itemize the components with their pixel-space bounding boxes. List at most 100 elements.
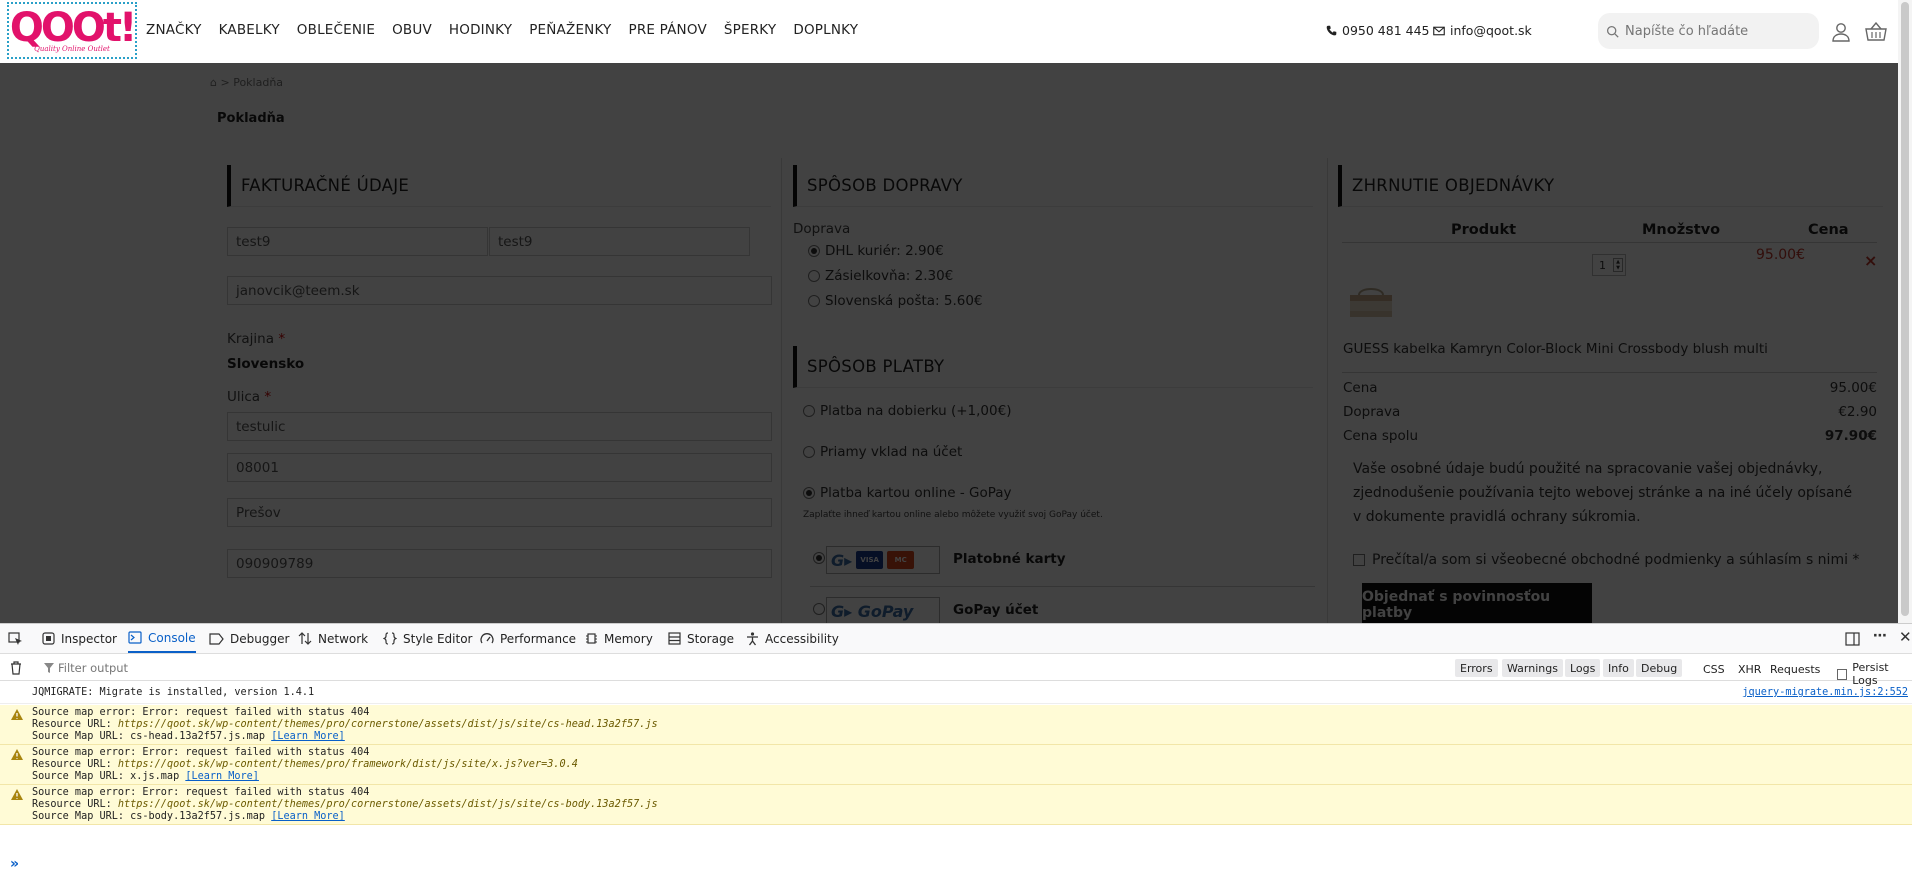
- radio-button[interactable]: [803, 405, 815, 417]
- basket-icon[interactable]: [1865, 22, 1887, 42]
- shipping-option-posta[interactable]: Slovenská pošta: 5.60€: [808, 293, 983, 309]
- privacy-policy-link[interactable]: pravidlá ochrany súkromia: [1449, 509, 1636, 525]
- site-logo[interactable]: QOOt! Quality Online Outlet: [7, 2, 137, 59]
- home-icon[interactable]: ⌂: [210, 76, 217, 89]
- radio-button[interactable]: [808, 270, 820, 282]
- payment-option-cod[interactable]: Platba na dobierku (+1,00€): [803, 403, 1011, 419]
- user-icon[interactable]: [1831, 22, 1851, 42]
- zip-field[interactable]: 08001: [227, 453, 772, 482]
- privacy-notice: Vaše osobné údaje budú použité na spraco…: [1353, 461, 1853, 525]
- filter-info[interactable]: Info: [1603, 659, 1634, 677]
- shipping-option-dhl[interactable]: DHL kuriér: 2.90€: [808, 243, 944, 259]
- nav-item-sperky[interactable]: ŠPERKY: [724, 22, 776, 38]
- place-order-button[interactable]: Objednať s povinnosťou platby: [1362, 583, 1592, 623]
- filter-logs[interactable]: Logs: [1565, 659, 1601, 677]
- header-email[interactable]: info@qoot.sk: [1433, 23, 1532, 38]
- city-field[interactable]: Prešov: [227, 498, 772, 527]
- warning-icon: [11, 789, 23, 800]
- tab-network[interactable]: Network: [298, 624, 368, 653]
- product-name[interactable]: GUESS kabelka Kamryn Color-Block Mini Cr…: [1343, 341, 1768, 357]
- tab-debugger[interactable]: Debugger: [209, 624, 289, 653]
- tab-console[interactable]: Console: [128, 624, 196, 653]
- filter-css[interactable]: CSS: [1703, 663, 1725, 676]
- column-divider: [1327, 158, 1328, 623]
- radio-button[interactable]: [803, 487, 815, 499]
- learn-more-link[interactable]: [Learn More]: [271, 731, 345, 742]
- gopay-logo-mark: G▸: [831, 550, 853, 570]
- terms-checkbox-row[interactable]: Prečítal/a som si všeobecné obchodné pod…: [1353, 552, 1859, 568]
- tab-inspector[interactable]: Inspector: [42, 624, 117, 653]
- item-price: 95.00€: [1756, 247, 1805, 263]
- email-field[interactable]: janovcik@teem.sk: [227, 276, 772, 305]
- memory-icon: [586, 633, 597, 644]
- radio-button[interactable]: [813, 603, 825, 615]
- first-name-field[interactable]: test9: [227, 227, 488, 256]
- remove-item-icon[interactable]: ×: [1864, 251, 1877, 270]
- element-picker-icon[interactable]: [8, 632, 23, 646]
- filter-output-input[interactable]: Filter output: [58, 661, 128, 675]
- close-devtools-icon[interactable]: ✕: [1899, 628, 1912, 646]
- filter-errors[interactable]: Errors: [1455, 659, 1498, 677]
- radio-button[interactable]: [808, 295, 820, 307]
- terms-checkbox[interactable]: [1353, 554, 1365, 566]
- tab-accessibility[interactable]: Accessibility: [746, 624, 839, 653]
- logo-wordmark: QOOt!: [9, 5, 137, 51]
- resource-url[interactable]: https://qoot.sk/wp-content/themes/pro/co…: [118, 799, 658, 810]
- search-input[interactable]: [1625, 23, 1805, 39]
- page-title: Pokladňa: [217, 111, 285, 126]
- console-message-warning: Source map error: Error: request failed …: [0, 705, 1912, 745]
- gopay-cards-logo: G▸ VISA MC: [826, 546, 940, 574]
- resource-url[interactable]: https://qoot.sk/wp-content/themes/pro/co…: [118, 719, 658, 730]
- tab-performance[interactable]: Performance: [480, 624, 576, 653]
- page-scrollbar[interactable]: [1898, 0, 1912, 623]
- radio-button[interactable]: [808, 245, 820, 257]
- column-divider: [781, 158, 782, 623]
- divider: [1342, 242, 1877, 243]
- gopay-note: Zaplaťte ihneď kartou online alebo môžet…: [803, 510, 1103, 520]
- radio-button[interactable]: [803, 446, 815, 458]
- resource-url[interactable]: https://qoot.sk/wp-content/themes/pro/fr…: [118, 759, 578, 770]
- persist-logs-checkbox[interactable]: [1837, 668, 1848, 680]
- stepper-arrows-icon[interactable]: ▲ ▼: [1613, 258, 1623, 272]
- learn-more-link[interactable]: [Learn More]: [185, 771, 259, 782]
- tab-storage[interactable]: Storage: [668, 624, 734, 653]
- trash-icon[interactable]: [10, 661, 22, 675]
- last-name-field[interactable]: test9: [489, 227, 750, 256]
- nav-item-doplnky[interactable]: DOPLNKY: [793, 22, 858, 38]
- message-source-link[interactable]: jquery-migrate.min.js:2:552: [1742, 687, 1908, 698]
- header-phone[interactable]: 0950 481 445: [1326, 23, 1429, 38]
- phone-field[interactable]: 090909789: [227, 549, 772, 578]
- nav-item-kabelky[interactable]: KABELKY: [219, 22, 280, 38]
- product-thumbnail[interactable]: [1345, 281, 1397, 321]
- summary-row-price: Cena 95.00€: [1343, 380, 1877, 396]
- tab-memory[interactable]: Memory: [585, 624, 653, 653]
- filter-requests[interactable]: Requests: [1770, 663, 1820, 676]
- nav-item-hodinky[interactable]: HODINKY: [449, 22, 512, 38]
- main-nav: ZNAČKY KABELKY OBLEČENIE OBUV HODINKY PE…: [146, 22, 875, 38]
- payment-option-transfer[interactable]: Priamy vklad na účet: [803, 444, 962, 460]
- learn-more-link[interactable]: [Learn More]: [271, 811, 345, 822]
- nav-item-obuv[interactable]: OBUV: [392, 22, 432, 38]
- filter-warnings[interactable]: Warnings: [1502, 659, 1563, 677]
- radio-button[interactable]: [813, 552, 825, 564]
- country-label: Krajina *: [227, 331, 286, 347]
- nav-item-penazenky[interactable]: PEŇAŽENKY: [529, 22, 611, 38]
- quantity-stepper[interactable]: 1 ▲ ▼: [1592, 254, 1626, 276]
- filter-xhr[interactable]: XHR: [1738, 663, 1761, 676]
- nav-item-oblecenie[interactable]: OBLEČENIE: [297, 22, 375, 38]
- dock-side-icon[interactable]: [1845, 632, 1860, 646]
- nav-item-pre-panov[interactable]: PRE PÁNOV: [629, 22, 707, 38]
- street-field[interactable]: testulic: [227, 412, 772, 441]
- more-options-icon[interactable]: ⋯: [1873, 628, 1887, 644]
- filter-debug[interactable]: Debug: [1636, 659, 1683, 677]
- search-box[interactable]: [1598, 13, 1819, 49]
- tab-style-editor[interactable]: Style Editor: [383, 624, 472, 653]
- nav-item-znacky[interactable]: ZNAČKY: [146, 22, 202, 38]
- mastercard-icon: MC: [887, 551, 915, 569]
- payment-option-gopay[interactable]: Platba kartou online - GoPay: [803, 485, 1012, 501]
- shipping-option-zasielkovna[interactable]: Zásielkovňa: 2.30€: [808, 268, 953, 284]
- console-filter-bar: Filter output Errors Warnings Logs Info …: [0, 655, 1912, 687]
- email-address: info@qoot.sk: [1450, 23, 1532, 38]
- console-input-prompt[interactable]: »: [10, 856, 19, 872]
- scrollbar-thumb[interactable]: [1901, 2, 1909, 616]
